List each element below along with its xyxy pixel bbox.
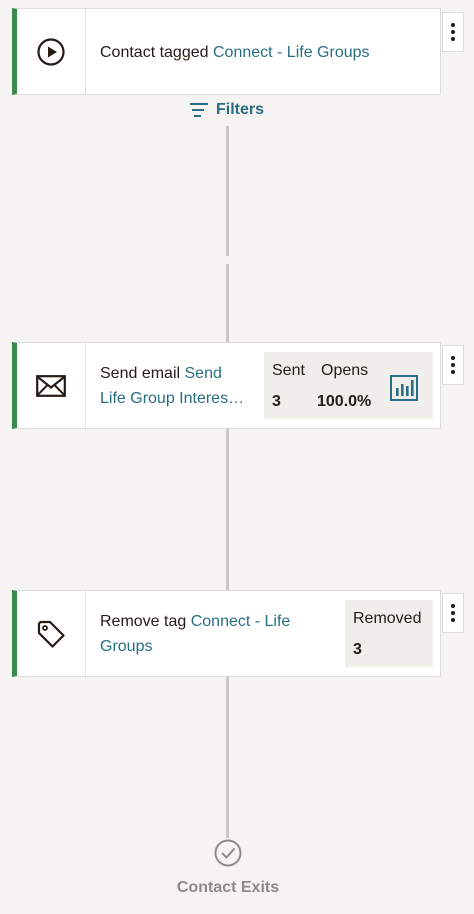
kebab-dot [451,363,455,367]
sent-value: 3 [272,393,281,410]
filters-button[interactable]: Filters [190,101,264,119]
kebab-dot [451,604,455,608]
trigger-description: Contact tagged Connect - Life Groups [100,40,370,65]
kebab-dot [451,37,455,41]
send-email-card[interactable]: Send email Send Life Group Interes… Sent… [12,342,441,429]
trigger-card[interactable]: Contact tagged Connect - Life Groups [12,8,441,95]
remove-tag-menu-button[interactable] [442,593,464,633]
kebab-dot [451,618,455,622]
check-circle-icon [214,839,242,867]
opens-value: 100.0% [317,393,372,410]
play-circle-icon [17,9,86,94]
send-email-name-link-line2[interactable]: Life Group Interes… [100,386,244,411]
remove-tag-link-line2[interactable]: Groups [100,634,290,659]
bar-chart-icon[interactable] [390,375,418,401]
tag-icon [17,591,86,676]
kebab-dot [451,611,455,615]
removed-label: Removed [353,610,422,627]
removed-value: 3 [353,641,362,658]
connector-line [226,676,229,838]
trigger-prefix: Contact tagged [100,44,209,61]
sent-label: Sent [272,362,305,379]
connector-line [226,126,229,256]
contact-exits-label: Contact Exits [176,879,280,896]
send-email-prefix: Send email [100,365,181,382]
kebab-dot [451,23,455,27]
remove-tag-stats: Removed 3 [345,600,433,667]
trigger-menu-button[interactable] [442,12,464,52]
send-email-description: Send email Send Life Group Interes… [100,361,244,411]
filter-lines-icon [190,103,208,117]
remove-tag-link-line1[interactable]: Connect - Life [191,613,291,630]
kebab-dot [451,356,455,360]
connector-line [226,428,229,590]
filters-label: Filters [216,101,265,118]
send-email-stats[interactable]: Sent 3 Opens 100.0% [264,352,433,419]
trigger-tag-link[interactable]: Connect - Life Groups [213,44,370,61]
remove-tag-card[interactable]: Remove tag Connect - Life Groups Removed… [12,590,441,677]
connector-line [226,264,229,343]
envelope-icon [17,343,86,428]
send-email-name-link-line1[interactable]: Send [185,365,222,382]
opens-label: Opens [321,362,369,379]
send-email-menu-button[interactable] [442,345,464,385]
kebab-dot [451,30,455,34]
remove-tag-prefix: Remove tag [100,613,187,630]
remove-tag-description: Remove tag Connect - Life Groups [100,609,290,659]
kebab-dot [451,370,455,374]
